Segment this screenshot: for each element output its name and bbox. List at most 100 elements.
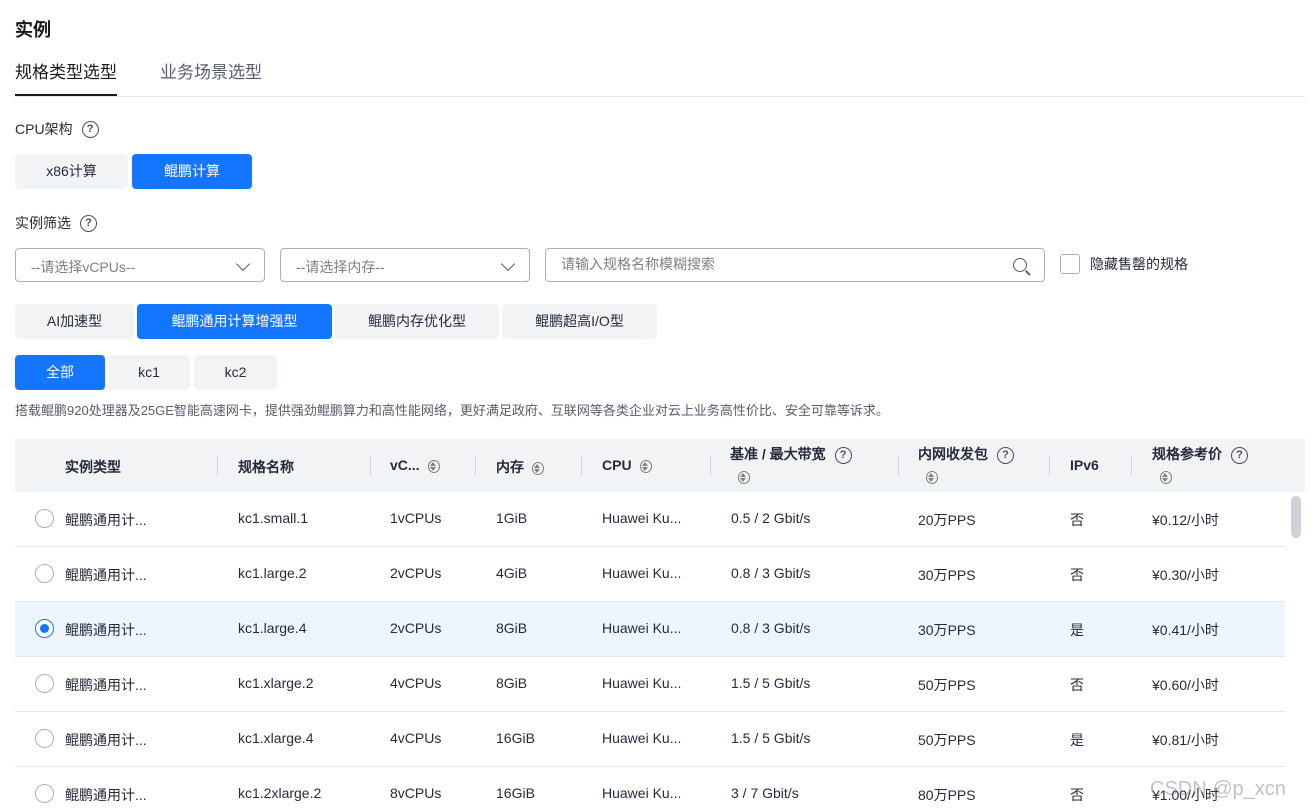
row-radio-checked[interactable] bbox=[35, 619, 54, 638]
instance-filter-label: 实例筛选 ? bbox=[15, 213, 97, 233]
col-header-memory[interactable]: 内存 bbox=[475, 439, 581, 492]
chevron-down-icon bbox=[500, 256, 516, 272]
cell-type: 鲲鹏通用计... bbox=[65, 622, 147, 638]
table-row[interactable]: 鲲鹏通用计... kc1.xlarge.2 4vCPUs 8GiB Huawei… bbox=[15, 657, 1285, 712]
cell-pps: 30万PPS bbox=[918, 567, 976, 583]
cell-ipv6: 否 bbox=[1070, 677, 1084, 693]
col-header-vcpus[interactable]: vC... bbox=[370, 439, 475, 492]
type-tab-kunpeng-general-enhanced[interactable]: 鲲鹏通用计算增强型 bbox=[137, 304, 332, 339]
table-row[interactable]: 鲲鹏通用计... kc1.2xlarge.2 8vCPUs 16GiB Huaw… bbox=[15, 767, 1285, 811]
cell-name: kc1.xlarge.2 bbox=[238, 675, 314, 691]
column-divider bbox=[1131, 456, 1132, 475]
row-radio[interactable] bbox=[35, 564, 54, 583]
cell-memory: 1GiB bbox=[496, 510, 528, 526]
question-circle-icon[interactable]: ? bbox=[997, 446, 1014, 464]
tab-business-scenario[interactable]: 业务场景选型 bbox=[160, 60, 262, 96]
question-circle-icon[interactable]: ? bbox=[834, 446, 852, 464]
sort-icon[interactable] bbox=[1160, 471, 1172, 484]
tab-spec-type[interactable]: 规格类型选型 bbox=[15, 60, 117, 96]
cell-bandwidth: 1.5 / 5 Gbit/s bbox=[731, 730, 811, 746]
col-header-pps[interactable]: 内网收发包? bbox=[898, 439, 1049, 492]
cell-cpu: Huawei Ku... bbox=[602, 730, 682, 746]
col-header-ipv6-label: IPv6 bbox=[1070, 457, 1099, 473]
cell-bandwidth: 3 / 7 Gbit/s bbox=[731, 785, 799, 801]
row-radio[interactable] bbox=[35, 784, 54, 803]
sort-icon[interactable] bbox=[532, 461, 544, 475]
question-circle-icon[interactable]: ? bbox=[80, 214, 97, 232]
type-tab-kunpeng-memory-optimized[interactable]: 鲲鹏内存优化型 bbox=[335, 304, 499, 339]
column-divider bbox=[1049, 456, 1050, 475]
table-row[interactable]: 鲲鹏通用计... kc1.small.1 1vCPUs 1GiB Huawei … bbox=[15, 492, 1285, 547]
col-header-ipv6: IPv6 bbox=[1049, 439, 1130, 492]
cell-type: 鲲鹏通用计... bbox=[65, 567, 147, 583]
cell-vcpus: 4vCPUs bbox=[390, 675, 442, 691]
col-header-price[interactable]: 规格参考价? bbox=[1131, 439, 1305, 492]
cell-memory: 8GiB bbox=[496, 675, 528, 691]
cell-type: 鲲鹏通用计... bbox=[65, 732, 147, 748]
vcpus-select-placeholder: --请选择vCPUs-- bbox=[31, 259, 136, 275]
hide-sold-out-option[interactable]: 隐藏售罄的规格 bbox=[1060, 254, 1188, 274]
row-radio[interactable] bbox=[35, 729, 54, 748]
col-header-name: 规格名称 bbox=[217, 439, 368, 492]
col-header-memory-label: 内存 bbox=[496, 459, 524, 475]
cell-cpu: Huawei Ku... bbox=[602, 675, 682, 691]
col-header-pps-label: 内网收发包 bbox=[918, 446, 988, 462]
search-icon[interactable] bbox=[1013, 258, 1027, 272]
spec-search-box bbox=[545, 248, 1045, 282]
cell-name: kc1.small.1 bbox=[238, 510, 309, 526]
table-row-selected[interactable]: 鲲鹏通用计... kc1.large.4 2vCPUs 8GiB Huawei … bbox=[15, 602, 1285, 657]
col-header-bandwidth[interactable]: 基准 / 最大带宽? bbox=[710, 439, 898, 492]
type-tab-kunpeng-high-io[interactable]: 鲲鹏超高I/O型 bbox=[502, 304, 657, 339]
table-scrollbar[interactable] bbox=[1291, 496, 1301, 538]
cell-memory: 8GiB bbox=[496, 620, 528, 636]
col-header-cpu-label: CPU bbox=[602, 457, 632, 473]
watermark: CSDN @p_xcn bbox=[1150, 778, 1286, 800]
question-circle-icon[interactable]: ? bbox=[81, 120, 99, 138]
cell-pps: 80万PPS bbox=[918, 787, 976, 803]
chevron-down-icon bbox=[235, 256, 251, 272]
hide-sold-out-checkbox[interactable] bbox=[1060, 254, 1080, 274]
cell-cpu: Huawei Ku... bbox=[602, 565, 682, 581]
sort-icon[interactable] bbox=[926, 471, 938, 484]
col-header-type: 实例类型 bbox=[15, 439, 217, 492]
memory-select[interactable]: --请选择内存-- bbox=[280, 248, 530, 282]
type-tab-ai-accelerated[interactable]: AI加速型 bbox=[15, 304, 134, 339]
cpu-arch-label-text: CPU架构 bbox=[15, 121, 73, 137]
cpu-arch-x86-button[interactable]: x86计算 bbox=[15, 154, 128, 189]
cell-pps: 20万PPS bbox=[918, 512, 976, 528]
cell-bandwidth: 1.5 / 5 Gbit/s bbox=[731, 675, 811, 691]
cell-bandwidth: 0.8 / 3 Gbit/s bbox=[731, 565, 811, 581]
memory-select-placeholder: --请选择内存-- bbox=[296, 259, 385, 275]
vcpus-select[interactable]: --请选择vCPUs-- bbox=[15, 248, 265, 282]
cell-price: ¥0.41/小时 bbox=[1152, 622, 1219, 638]
cell-memory: 16GiB bbox=[496, 785, 535, 801]
cpu-arch-kunpeng-button[interactable]: 鲲鹏计算 bbox=[132, 154, 252, 189]
row-radio[interactable] bbox=[35, 509, 54, 528]
cell-type: 鲲鹏通用计... bbox=[65, 512, 147, 528]
cell-price: ¥0.12/小时 bbox=[1152, 512, 1219, 528]
cell-pps: 50万PPS bbox=[918, 732, 976, 748]
col-header-bandwidth-label: 基准 / 最大带宽 bbox=[730, 446, 826, 462]
cell-pps: 50万PPS bbox=[918, 677, 976, 693]
col-header-price-label: 规格参考价 bbox=[1152, 446, 1222, 462]
cell-name: kc1.large.4 bbox=[238, 620, 307, 636]
instance-filter-label-text: 实例筛选 bbox=[15, 215, 71, 231]
cell-ipv6: 否 bbox=[1070, 787, 1084, 803]
question-circle-icon[interactable]: ? bbox=[1231, 446, 1248, 464]
sub-tab-kc1[interactable]: kc1 bbox=[108, 355, 190, 390]
cell-name: kc1.2xlarge.2 bbox=[238, 785, 322, 801]
row-radio[interactable] bbox=[35, 674, 54, 693]
cell-vcpus: 8vCPUs bbox=[390, 785, 442, 801]
col-header-cpu[interactable]: CPU bbox=[581, 439, 710, 492]
sort-icon[interactable] bbox=[738, 471, 750, 484]
hide-sold-out-label: 隐藏售罄的规格 bbox=[1090, 256, 1188, 272]
table-row[interactable]: 鲲鹏通用计... kc1.large.2 2vCPUs 4GiB Huawei … bbox=[15, 547, 1285, 602]
sort-icon[interactable] bbox=[427, 459, 440, 473]
spec-search-input[interactable] bbox=[561, 256, 991, 272]
cell-vcpus: 1vCPUs bbox=[390, 510, 442, 526]
sub-tab-all[interactable]: 全部 bbox=[15, 355, 105, 390]
cell-bandwidth: 0.8 / 3 Gbit/s bbox=[731, 620, 811, 636]
table-row[interactable]: 鲲鹏通用计... kc1.xlarge.4 4vCPUs 16GiB Huawe… bbox=[15, 712, 1285, 767]
sort-icon[interactable] bbox=[639, 459, 652, 473]
sub-tab-kc2[interactable]: kc2 bbox=[194, 355, 277, 390]
